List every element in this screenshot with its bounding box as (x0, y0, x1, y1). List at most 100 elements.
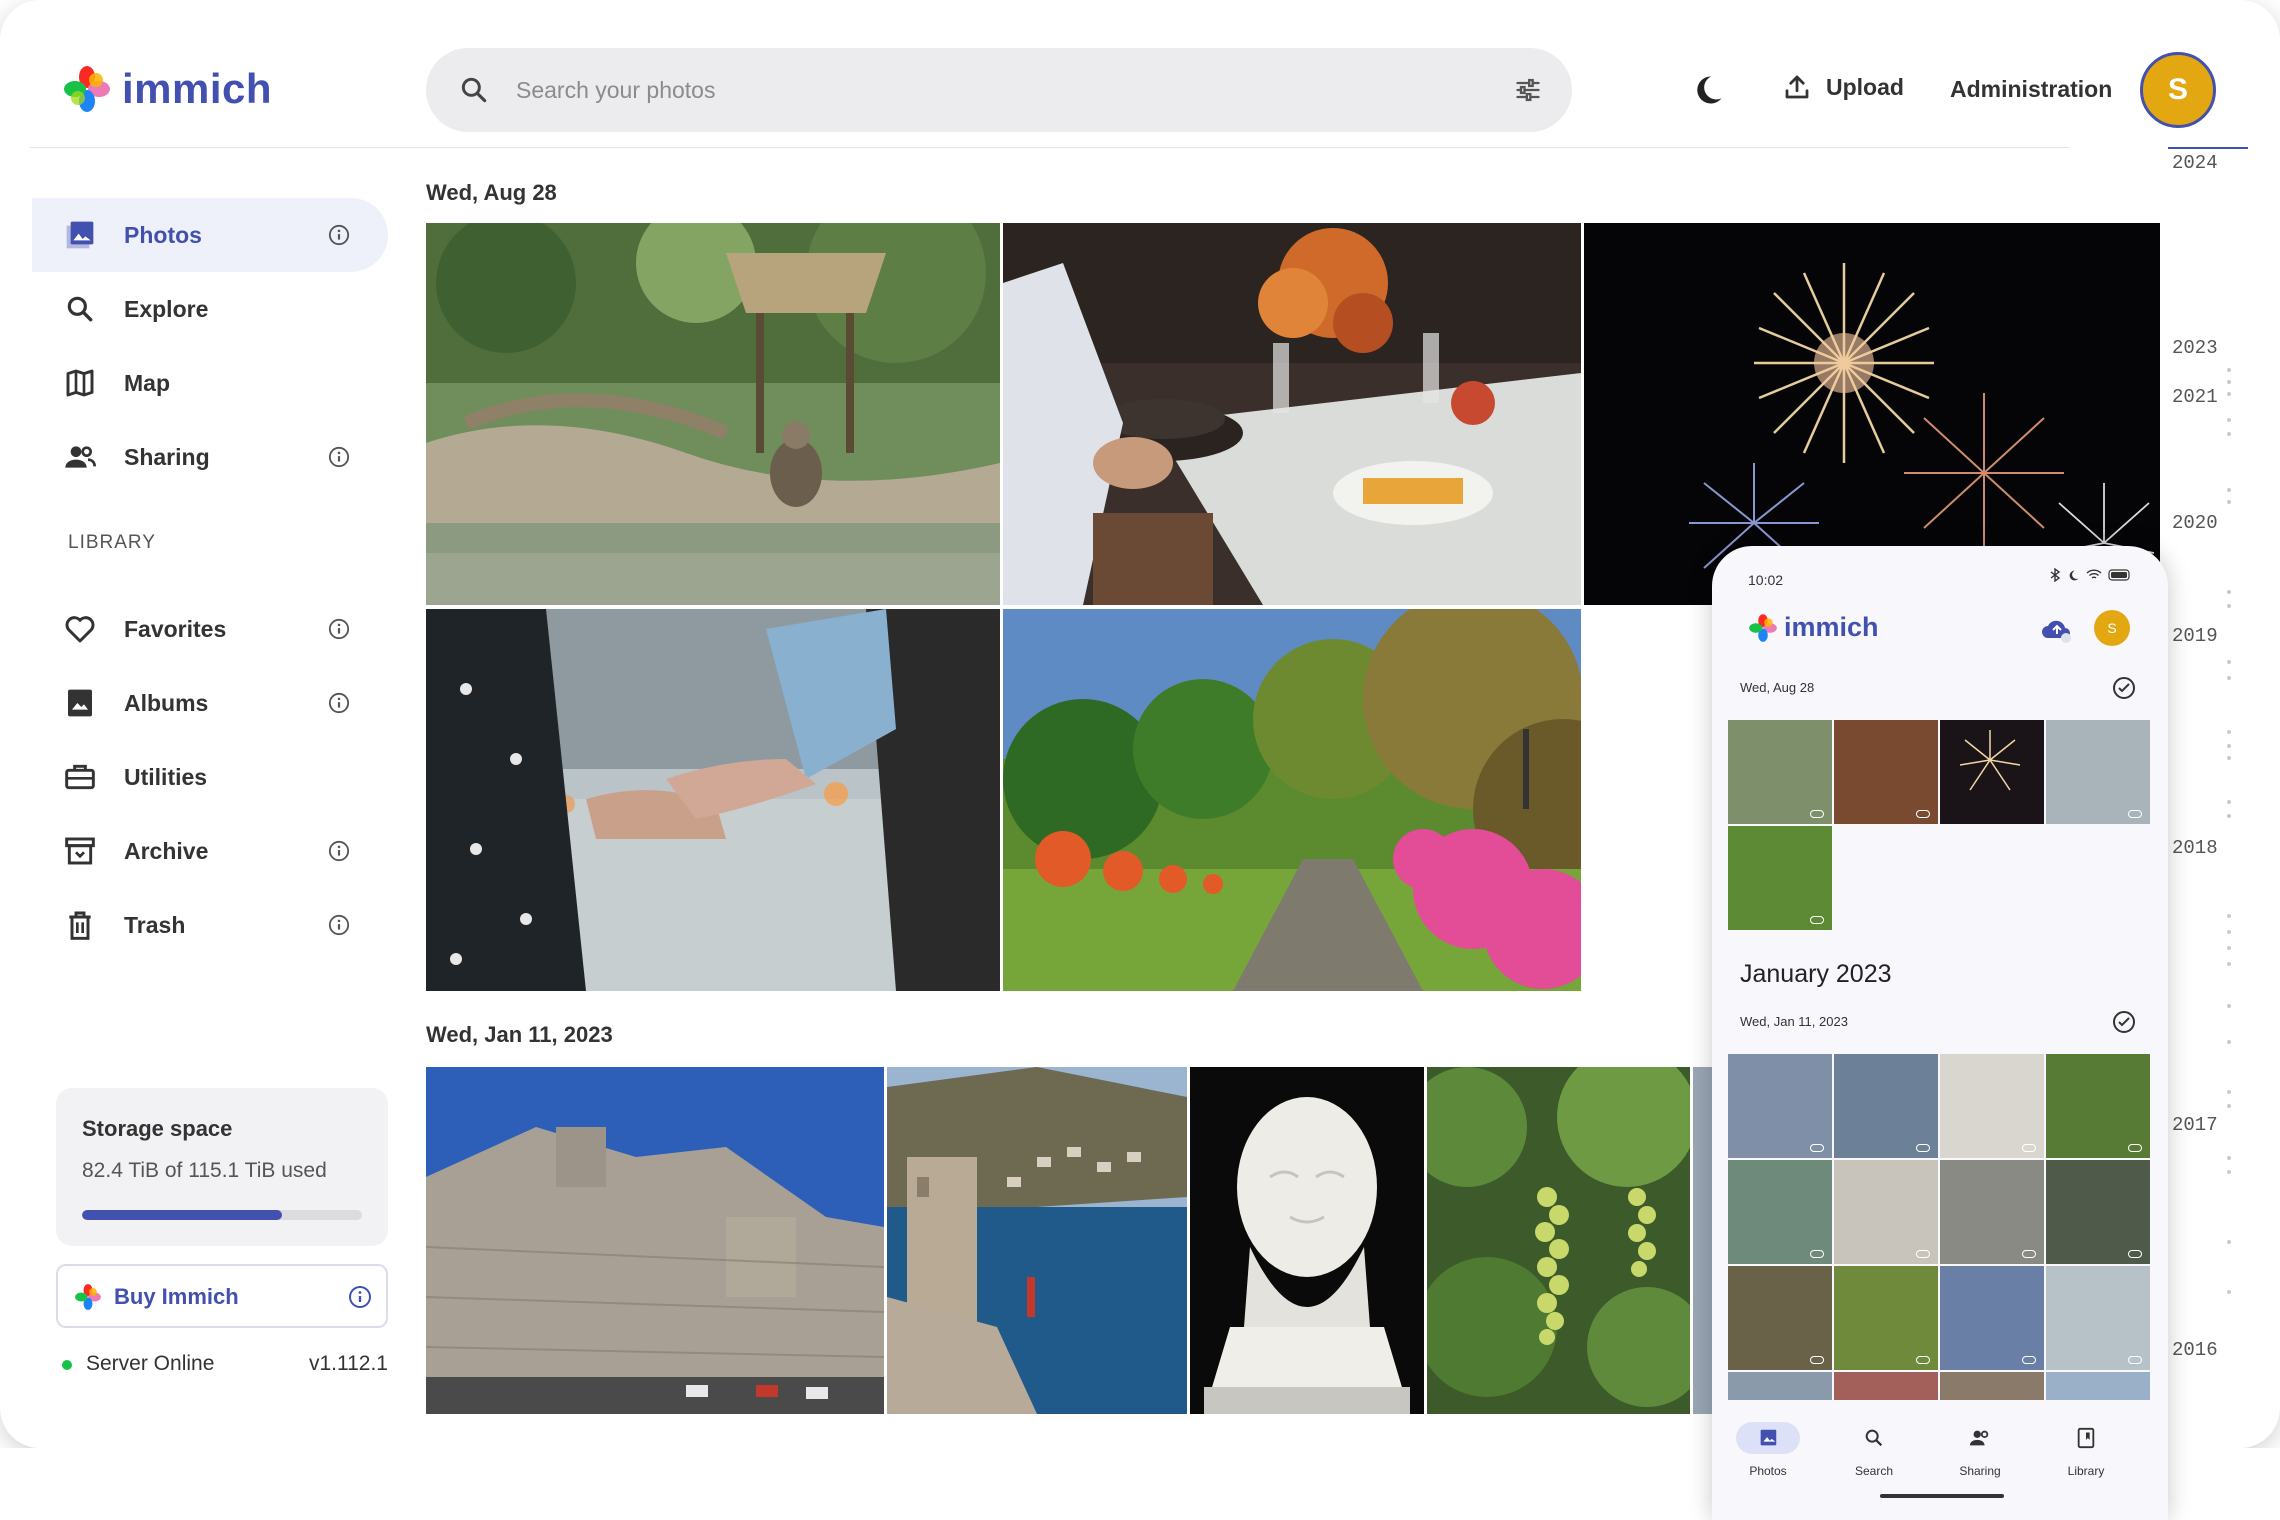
photo-thumbnail[interactable] (1003, 223, 1581, 605)
photo-thumbnail[interactable] (1190, 1067, 1424, 1414)
photo-thumbnail[interactable] (1940, 1266, 2044, 1370)
sidebar-item-label: Sharing (124, 444, 210, 470)
scrubber-year[interactable]: 2016 (2172, 1339, 2218, 1361)
photo-thumbnail[interactable] (1693, 1067, 1713, 1414)
dark-mode-icon[interactable] (1690, 72, 1726, 108)
info-icon[interactable] (348, 1285, 372, 1309)
archive-icon (65, 837, 95, 865)
cloud-backup-icon[interactable] (2040, 616, 2074, 644)
photo-thumbnail[interactable] (1834, 1054, 1938, 1158)
photo-thumbnail[interactable] (426, 1067, 884, 1414)
immich-logo-icon (1749, 613, 1777, 642)
month-heading: January 2023 (1740, 960, 1892, 988)
do-not-disturb-icon (2069, 570, 2079, 580)
scrubber-year[interactable]: 2018 (2172, 837, 2218, 859)
info-icon[interactable] (328, 224, 350, 246)
photo-thumbnail[interactable] (1834, 1266, 1938, 1370)
info-icon[interactable] (328, 914, 350, 936)
sidebar-item-albums[interactable]: Albums (32, 666, 388, 740)
photo-thumbnail[interactable] (1940, 720, 2044, 824)
storage-panel: Storage space 82.4 TiB of 115.1 TiB used (56, 1088, 388, 1246)
sidebar-item-label: Trash (124, 912, 186, 938)
search-icon (461, 77, 487, 103)
photo-thumbnail[interactable] (1834, 720, 1938, 824)
scrubber-year[interactable]: 2019 (2172, 625, 2218, 647)
storage-title: Storage space (82, 1116, 233, 1141)
photo-thumbnail[interactable] (1427, 1067, 1690, 1414)
photo-thumbnail[interactable] (1003, 609, 1581, 991)
sidebar-item-map[interactable]: Map (32, 346, 388, 420)
sidebar-item-archive[interactable]: Archive (32, 814, 388, 888)
sidebar-item-utilities[interactable]: Utilities (32, 740, 388, 814)
mobile-app-preview: 10:02 immich S Wed, Aug 28 January 2023 … (1712, 546, 2168, 1520)
upload-label: Upload (1826, 73, 1904, 100)
photo-thumbnail[interactable] (1940, 1160, 2044, 1264)
photo-thumbnail[interactable] (2046, 1054, 2150, 1158)
scrubber-tick (2227, 930, 2231, 934)
mobile-nav-search[interactable]: Search (1834, 1422, 1914, 1478)
immich-logo-icon (75, 1284, 101, 1310)
mobile-nav-sharing[interactable]: Sharing (1940, 1422, 2020, 1478)
scrubber-tick (2227, 660, 2231, 664)
app-logo[interactable]: immich (62, 64, 272, 114)
scrubber-tick (2227, 1040, 2231, 1044)
scrubber-year[interactable]: 2024 (2172, 152, 2218, 174)
photo-thumbnail[interactable] (2046, 720, 2150, 824)
date-group-heading: Wed, Aug 28 (426, 180, 557, 205)
photo-thumbnail[interactable] (1728, 1266, 1832, 1370)
mobile-nav-photos[interactable]: Photos (1728, 1422, 1808, 1478)
user-avatar[interactable]: S (2140, 52, 2216, 128)
scrubber-tick (2227, 604, 2231, 608)
user-avatar[interactable]: S (2094, 610, 2130, 646)
header-divider (30, 147, 2070, 148)
photo-thumbnail[interactable] (426, 223, 1000, 605)
sidebar-item-trash[interactable]: Trash (32, 888, 388, 962)
scrubber-tick (2227, 500, 2231, 504)
mobile-nav-label: Sharing (1959, 1464, 2001, 1478)
buy-label: Buy Immich (114, 1284, 239, 1309)
sidebar-item-label: Map (124, 370, 170, 396)
photo-thumbnail[interactable] (1728, 1054, 1832, 1158)
sidebar-item-explore[interactable]: Explore (32, 272, 388, 346)
phone-time: 10:02 (1748, 572, 1784, 588)
app-name: immich (122, 65, 273, 112)
photo-thumbnail[interactable] (1940, 1054, 2044, 1158)
photo-thumbnail[interactable] (887, 1067, 1187, 1414)
search-input[interactable] (516, 70, 1416, 110)
scrubber-tick (2227, 1090, 2231, 1094)
sidebar-item-label: Utilities (124, 764, 208, 790)
scrubber-year[interactable]: 2021 (2172, 386, 2218, 408)
home-indicator (1880, 1494, 2004, 1498)
sidebar-item-label: Albums (124, 690, 209, 716)
select-group-icon[interactable] (2112, 676, 2136, 700)
sidebar-item-label: Archive (124, 838, 209, 864)
buy-immich-button[interactable]: Buy Immich (56, 1264, 388, 1328)
photo-thumbnail[interactable] (1728, 720, 1832, 824)
scrubber-year[interactable]: 2017 (2172, 1114, 2218, 1136)
mobile-nav-library[interactable]: Library (2046, 1422, 2126, 1478)
filter-options-icon[interactable] (1514, 76, 1542, 104)
storage-usage: 82.4 TiB of 115.1 TiB used (82, 1159, 327, 1182)
scrubber-year[interactable]: 2020 (2172, 512, 2218, 534)
scrubber-tick (2227, 800, 2231, 804)
photo-thumbnail[interactable] (426, 609, 1000, 991)
photo-thumbnail[interactable] (2046, 1266, 2150, 1370)
sidebar-item-photos[interactable]: Photos (32, 198, 388, 272)
sidebar-item-favorites[interactable]: Favorites (32, 592, 388, 666)
info-icon[interactable] (328, 840, 350, 862)
photo-thumbnail[interactable] (1728, 1160, 1832, 1264)
scrubber-year[interactable]: 2023 (2172, 337, 2218, 359)
search-bar[interactable] (426, 48, 1572, 132)
select-group-icon[interactable] (2112, 1010, 2136, 1034)
photo-thumbnail[interactable] (1728, 826, 1832, 930)
info-icon[interactable] (328, 618, 350, 640)
info-icon[interactable] (328, 692, 350, 714)
photos-icon (66, 221, 94, 249)
info-icon[interactable] (328, 446, 350, 468)
album-icon (68, 689, 92, 717)
sidebar-item-sharing[interactable]: Sharing (32, 420, 388, 494)
administration-link[interactable]: Administration (1950, 76, 2112, 103)
photo-thumbnail[interactable] (1834, 1160, 1938, 1264)
photo-thumbnail[interactable] (2046, 1160, 2150, 1264)
upload-button[interactable]: Upload (1782, 72, 1904, 102)
